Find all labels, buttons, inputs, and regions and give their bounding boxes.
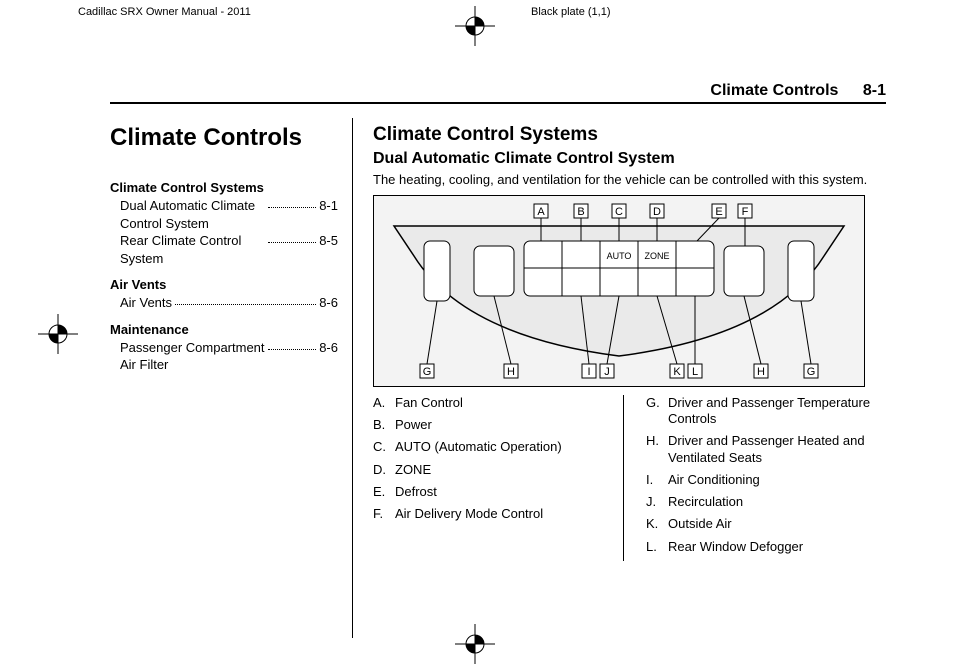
legend-item: E.Defrost	[373, 484, 613, 500]
dot-leader-icon	[268, 339, 316, 350]
dot-leader-icon	[175, 294, 316, 305]
chapter-title: Climate Controls	[110, 124, 338, 152]
climate-control-figure: AUTO ZONE A B C D E F G H I J	[373, 195, 865, 387]
legend-item: L.Rear Window Defogger	[646, 539, 886, 555]
dot-leader-icon	[268, 197, 316, 208]
legend-item: K.Outside Air	[646, 516, 886, 532]
svg-text:B: B	[577, 206, 584, 218]
doc-title: Cadillac SRX Owner Manual - 2011	[78, 6, 391, 18]
toc-item-page: 8-5	[319, 232, 338, 267]
toc-item-page: 8-6	[319, 339, 338, 374]
legend-item: A.Fan Control	[373, 395, 613, 411]
toc-item-label: Air Vents	[120, 294, 172, 312]
section-page: 8-1	[863, 82, 886, 99]
toc-item: Passenger Compartment Air Filter 8-6	[110, 339, 338, 374]
svg-text:H: H	[757, 366, 765, 378]
legend-item: D.ZONE	[373, 462, 613, 478]
svg-text:E: E	[715, 206, 722, 218]
legend-item: B.Power	[373, 417, 613, 433]
toc-heading: Air Vents	[110, 277, 338, 292]
toc-item-label: Rear Climate Control System	[120, 232, 265, 267]
svg-text:K: K	[673, 366, 681, 378]
legend-item: H.Driver and Passenger Heated and Ventil…	[646, 433, 886, 466]
toc-column: Climate Controls Climate Control Systems…	[110, 118, 353, 638]
legend-item: G.Driver and Passenger Temperature Contr…	[646, 395, 886, 428]
intro-paragraph: The heating, cooling, and ventilation fo…	[373, 172, 886, 189]
legend-left-column: A.Fan Control B.Power C.AUTO (Automatic …	[373, 395, 624, 561]
toc-heading: Maintenance	[110, 322, 338, 337]
svg-text:F: F	[742, 206, 749, 218]
svg-text:A: A	[537, 206, 545, 218]
legend-right-column: G.Driver and Passenger Temperature Contr…	[642, 395, 886, 561]
toc-item-label: Dual Automatic Climate Control System	[120, 197, 265, 232]
svg-text:G: G	[423, 366, 432, 378]
toc-item-page: 8-1	[319, 197, 338, 232]
toc-item: Rear Climate Control System 8-5	[110, 232, 338, 267]
dot-leader-icon	[268, 232, 316, 243]
svg-text:C: C	[615, 206, 623, 218]
crop-mark-left-icon	[38, 314, 78, 354]
heading-2: Climate Control Systems	[373, 124, 886, 146]
toc-item: Air Vents 8-6	[110, 294, 338, 312]
crop-mark-top-icon	[455, 6, 495, 46]
svg-text:G: G	[807, 366, 816, 378]
content-column: Climate Control Systems Dual Automatic C…	[353, 118, 886, 638]
svg-text:D: D	[653, 206, 661, 218]
section-header: Climate Controls 8-1	[710, 82, 886, 100]
heading-3: Dual Automatic Climate Control System	[373, 150, 886, 168]
svg-text:L: L	[692, 366, 698, 378]
toc-item-label: Passenger Compartment Air Filter	[120, 339, 265, 374]
svg-text:H: H	[507, 366, 515, 378]
zone-button-label: ZONE	[644, 251, 669, 261]
toc-item: Dual Automatic Climate Control System 8-…	[110, 197, 338, 232]
legend-item: F.Air Delivery Mode Control	[373, 506, 613, 522]
toc-item-page: 8-6	[319, 294, 338, 312]
toc-heading: Climate Control Systems	[110, 180, 338, 195]
svg-text:I: I	[587, 366, 590, 378]
svg-text:J: J	[604, 366, 610, 378]
legend-item: J.Recirculation	[646, 494, 886, 510]
auto-button-label: AUTO	[607, 251, 632, 261]
legend-item: I.Air Conditioning	[646, 472, 886, 488]
horizontal-rule-icon	[110, 102, 886, 104]
legend-item: C.AUTO (Automatic Operation)	[373, 439, 613, 455]
section-title: Climate Controls	[710, 82, 838, 99]
